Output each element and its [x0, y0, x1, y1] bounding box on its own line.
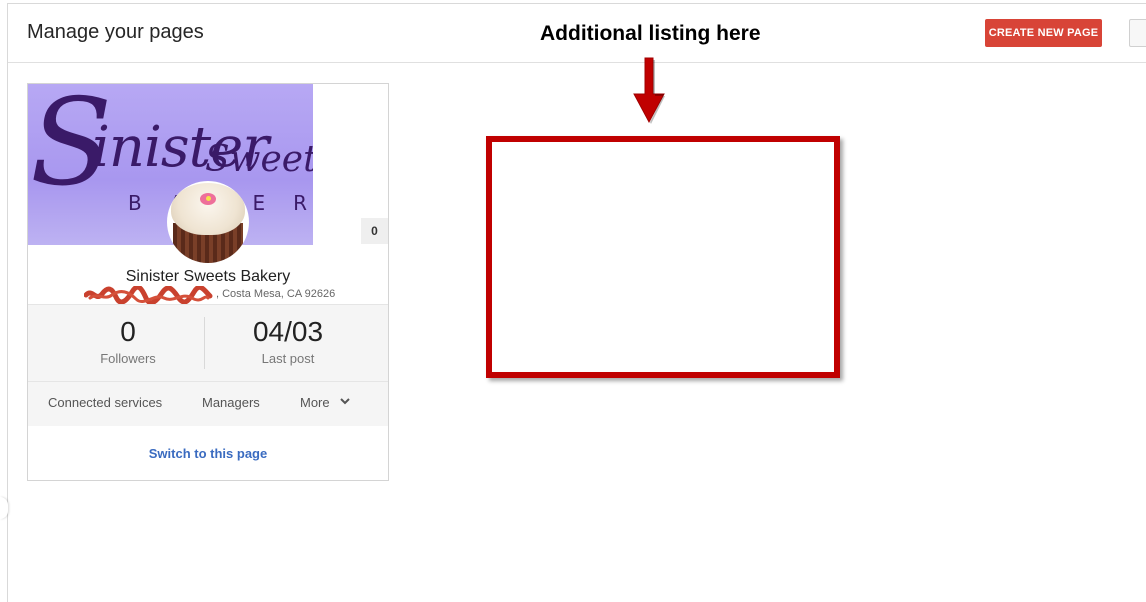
chevron-down-icon[interactable] [339, 396, 351, 406]
additional-listing-placeholder [486, 136, 840, 378]
managers-link[interactable]: Managers [202, 395, 260, 410]
avatar[interactable] [167, 181, 249, 263]
more-menu[interactable]: More [300, 395, 330, 410]
annotation-label: Additional listing here [540, 22, 761, 45]
logo-word-2: Sweets [205, 139, 313, 180]
cupcake-frosting [171, 183, 245, 235]
stat-label: Followers [100, 351, 156, 366]
stat-value: 0 [120, 316, 136, 347]
page-title: Manage your pages [27, 21, 204, 43]
page-card: S inister Sweets BAKERY 0 Sinister Sweet… [27, 83, 389, 481]
stat-followers: 0 Followers [38, 315, 218, 366]
address-text: , Costa Mesa, CA 92626 [216, 288, 336, 300]
page-name[interactable]: Sinister Sweets Bakery [28, 268, 388, 286]
redaction-scribble [84, 286, 213, 304]
stat-value: 04/03 [252, 316, 324, 347]
stat-label: Last post [261, 351, 315, 366]
stats-bar: 0 Followers 04/03 Last post [28, 304, 388, 382]
stat-last-post: 04/03 Last post [198, 315, 378, 366]
connected-services-link[interactable]: Connected services [48, 395, 162, 410]
flower-center [206, 196, 211, 201]
count-badge[interactable]: 0 [361, 218, 388, 244]
switch-to-page-link[interactable]: Switch to this page [28, 446, 388, 461]
page-address: , Costa Mesa, CA 92626 [84, 285, 344, 305]
create-new-page-button[interactable]: CREATE NEW PAGE [985, 19, 1102, 47]
header-secondary-button[interactable] [1129, 19, 1146, 47]
annotation-arrow-icon [633, 57, 665, 124]
actions-bar: Connected services Managers More [28, 382, 388, 426]
